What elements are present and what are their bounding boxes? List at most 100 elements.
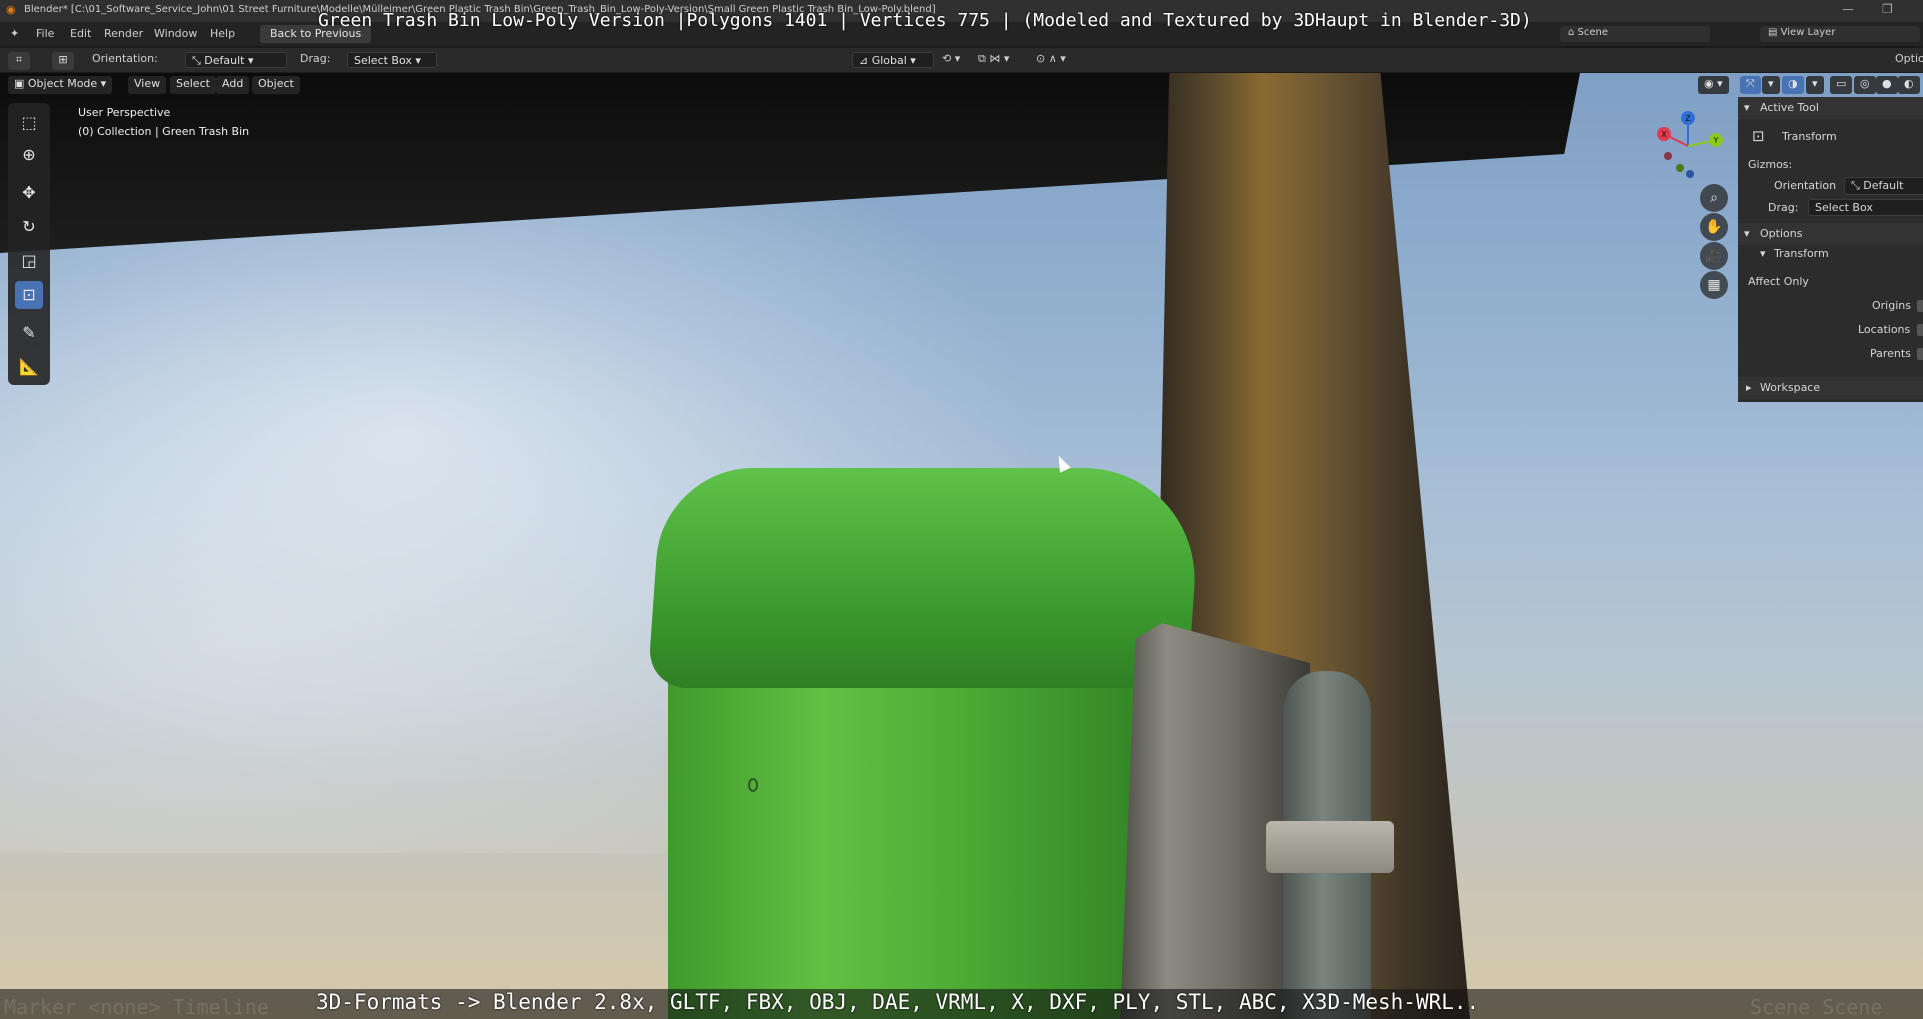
minimize-icon[interactable]: — bbox=[1842, 2, 1854, 16]
menu-render[interactable]: Render bbox=[104, 27, 143, 40]
object-menu[interactable]: Object bbox=[252, 76, 300, 94]
camera-view-icon[interactable]: 🎥 bbox=[1700, 242, 1728, 270]
pivot-icon[interactable]: ⟲ ▾ bbox=[942, 52, 960, 68]
overlay-bottom-caption: 3D-Formats -> Blender 2.8x, GLTF, FBX, O… bbox=[316, 990, 1480, 1014]
transform-orientation-dropdown[interactable]: ⊿ Global ▾ bbox=[852, 52, 934, 68]
ortho-grid-icon[interactable]: ▦ bbox=[1700, 271, 1728, 299]
proportional-edit-icon[interactable]: ⊙ ∧ ▾ bbox=[1036, 52, 1066, 68]
expand-arrow-icon[interactable]: ▸ bbox=[1746, 381, 1752, 394]
orientation-icon: ⤡ bbox=[1851, 179, 1864, 192]
maximize-icon[interactable]: ❐ bbox=[1882, 2, 1893, 16]
x-axis-label: X bbox=[1661, 130, 1667, 139]
collapse-arrow-icon[interactable]: ▾ bbox=[1760, 247, 1766, 260]
drag-value: Select Box bbox=[1815, 201, 1873, 214]
global-axis-icon: ⊿ bbox=[859, 54, 872, 67]
gizmo-toggle-icon[interactable]: ⤧ bbox=[1740, 76, 1761, 94]
drag-label: Drag: bbox=[1768, 201, 1799, 214]
parents-checkbox[interactable] bbox=[1917, 348, 1923, 360]
layers-icon: ▤ bbox=[1768, 27, 1781, 38]
editor-type-button[interactable]: ⌗ bbox=[8, 52, 30, 70]
transform-tool-icon: ⊡ bbox=[1752, 127, 1765, 145]
3d-viewport[interactable] bbox=[0, 73, 1923, 1019]
pan-hand-icon[interactable]: ✋ bbox=[1700, 213, 1728, 241]
origins-checkbox[interactable] bbox=[1917, 300, 1923, 312]
viewport-header: ▣ Object Mode ▾ View Select Add Object ◉… bbox=[0, 73, 1923, 97]
z-axis-label: Z bbox=[1685, 114, 1691, 123]
orientation-dropdown[interactable]: ⤡ Default bbox=[1844, 177, 1923, 195]
menu-window[interactable]: Window bbox=[154, 27, 197, 40]
drag-label: Drag: bbox=[300, 52, 331, 65]
blender-menu-icon[interactable]: ✦ bbox=[10, 27, 19, 40]
object-mode-icon: ▣ bbox=[14, 77, 28, 90]
menu-help[interactable]: Help bbox=[210, 27, 235, 40]
annotate-icon[interactable]: ✎ bbox=[15, 319, 43, 347]
mode-selector[interactable]: ▣ Object Mode ▾ bbox=[8, 76, 113, 94]
move-icon[interactable]: ✥ bbox=[15, 179, 43, 207]
orientation-dropdown[interactable]: ⤡ Default ▾ bbox=[185, 52, 287, 68]
orientation-label: Orientation: bbox=[92, 52, 158, 65]
xray-icon[interactable]: ▭ bbox=[1830, 76, 1853, 94]
workspace-header: Workspace bbox=[1760, 381, 1821, 394]
locations-checkbox[interactable] bbox=[1917, 324, 1923, 336]
scale-icon[interactable]: ◲ bbox=[15, 247, 43, 275]
shading-solid-icon[interactable]: ● bbox=[1876, 76, 1898, 94]
neg-z-handle[interactable] bbox=[1686, 170, 1694, 178]
measure-icon[interactable]: 📐 bbox=[15, 353, 43, 381]
overlays-dropdown-icon[interactable]: ▾ bbox=[1806, 76, 1824, 94]
collapse-arrow-icon[interactable]: ▾ bbox=[1744, 227, 1750, 240]
drag-dropdown[interactable]: Select Box bbox=[1808, 199, 1923, 216]
options-button[interactable]: Optio bbox=[1895, 52, 1923, 68]
trash-bin-lid[interactable] bbox=[647, 468, 1203, 688]
shading-material-icon[interactable]: ◐ bbox=[1898, 76, 1920, 94]
shading-wireframe-icon[interactable]: ◎ bbox=[1854, 76, 1876, 94]
view-layer-selector[interactable]: ▤ View Layer bbox=[1760, 26, 1920, 42]
visibility-icon[interactable]: ◉ ▾ bbox=[1698, 76, 1729, 94]
timeline-faint-text: Marker <none> Timeline bbox=[4, 995, 269, 1019]
active-tool-header: Active Tool bbox=[1760, 101, 1819, 114]
overlays-toggle-icon[interactable]: ◑ bbox=[1782, 76, 1804, 94]
blender-logo-icon: ◉ bbox=[6, 3, 16, 16]
gizmos-label: Gizmos: bbox=[1748, 158, 1793, 171]
rotate-icon[interactable]: ↻ bbox=[15, 213, 43, 241]
collapse-arrow-icon[interactable]: ▾ bbox=[1744, 101, 1750, 114]
scene-faint-text: Scene Scene bbox=[1750, 995, 1883, 1019]
view-menu[interactable]: View bbox=[128, 76, 167, 94]
parents-label: Parents bbox=[1870, 347, 1911, 360]
zoom-icon[interactable]: ⌕ bbox=[1700, 184, 1728, 212]
select-menu[interactable]: Select bbox=[170, 76, 216, 94]
neg-x-handle[interactable] bbox=[1664, 152, 1672, 160]
scene-icon: ⌂ bbox=[1568, 27, 1578, 38]
sidebar-panel: ▾ Active Tool ⊡ Transform Gizmos: Orient… bbox=[1738, 97, 1923, 402]
neg-y-handle[interactable] bbox=[1676, 164, 1684, 172]
menu-edit[interactable]: Edit bbox=[70, 27, 91, 40]
gizmo-dropdown-icon[interactable]: ▾ bbox=[1762, 76, 1780, 94]
transform-orientation-value: Global bbox=[871, 54, 907, 67]
origins-label: Origins bbox=[1872, 299, 1911, 312]
chevron-down-icon: ▾ bbox=[248, 54, 254, 67]
chevron-down-icon: ▾ bbox=[415, 54, 421, 67]
bin-screw bbox=[748, 778, 758, 792]
drag-dropdown[interactable]: Select Box ▾ bbox=[347, 52, 437, 68]
y-axis-label: Y bbox=[1713, 136, 1719, 145]
add-menu[interactable]: Add bbox=[216, 76, 250, 94]
navigation-gizmo[interactable]: Z Y X bbox=[1650, 108, 1726, 184]
options-header: Options bbox=[1760, 227, 1803, 240]
orientation-value: Default bbox=[1863, 179, 1904, 192]
cursor-icon[interactable]: ⊕ bbox=[15, 141, 43, 169]
select-box-icon[interactable]: ⬚ bbox=[15, 109, 43, 137]
snap-icon[interactable]: ⧉ ⋈ ▾ bbox=[978, 52, 1009, 68]
orientation-value: Default bbox=[204, 54, 245, 67]
transform-icon[interactable]: ⊡ bbox=[15, 281, 43, 309]
active-tool-icon[interactable]: ⊞ bbox=[52, 52, 74, 70]
drag-value: Select Box bbox=[354, 54, 412, 67]
affect-only-label: Affect Only bbox=[1748, 275, 1809, 288]
viewport-collection-label: (0) Collection | Green Trash Bin bbox=[78, 125, 250, 138]
left-toolbar: ⬚ ⊕ ✥ ↻ ◲ ⊡ ✎ 📐 bbox=[8, 103, 50, 385]
rod-clamp bbox=[1266, 821, 1394, 873]
overlay-top-caption: Green Trash Bin Low-Poly Version |Polygo… bbox=[318, 10, 1532, 31]
menu-file[interactable]: File bbox=[36, 27, 54, 40]
tool-header: ⌗ ⊞ Orientation: ⤡ Default ▾ Drag: Selec… bbox=[0, 48, 1923, 72]
scene-selector[interactable]: ⌂ Scene bbox=[1560, 26, 1710, 42]
transform-subpanel-header: Transform bbox=[1774, 247, 1829, 260]
orientation-icon: ⤡ bbox=[192, 54, 205, 67]
